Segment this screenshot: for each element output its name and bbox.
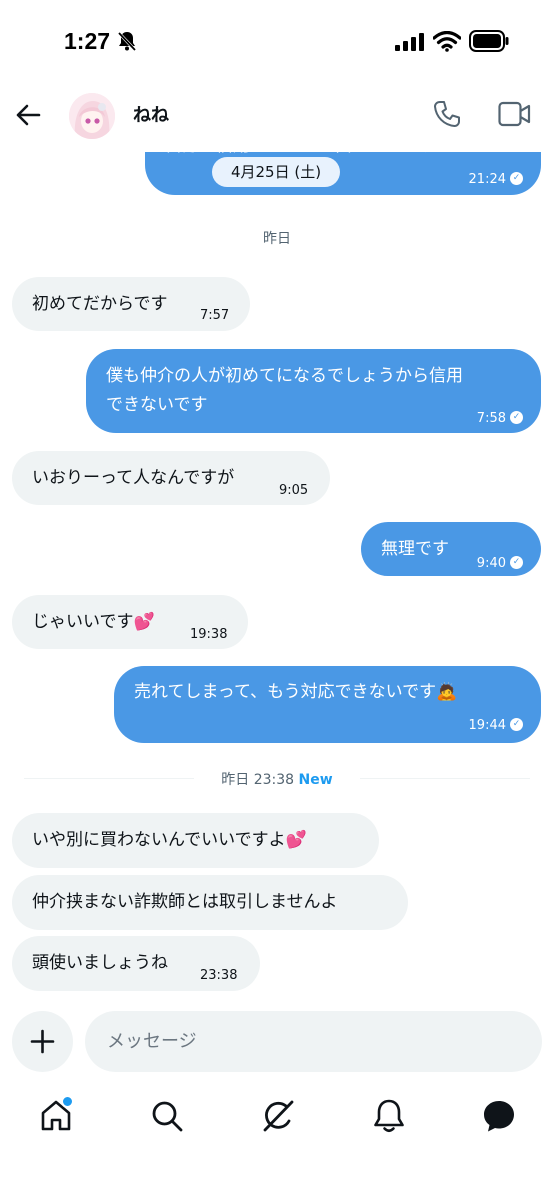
message-bubble-incoming[interactable]: じゃいいです💕 19:38 (12, 595, 248, 649)
message-time: 9:40 (476, 556, 506, 571)
new-divider-line-left (24, 778, 194, 779)
add-media-button[interactable] (12, 1011, 73, 1072)
read-check-icon: ✓ (510, 555, 523, 569)
message-time: 19:44 (468, 718, 506, 733)
read-check-icon: ✓ (510, 717, 523, 731)
messages-icon[interactable] (481, 1098, 517, 1134)
new-divider-line-right (360, 778, 530, 779)
message-bubble-incoming[interactable]: 頭使いましょうね 23:38 (12, 936, 260, 991)
notification-dot (61, 1095, 74, 1108)
message-time: 23:38 (200, 968, 238, 983)
message-text: 仲介挟まない詐欺師とは取引しませんよ (32, 892, 338, 912)
message-text: いおりーって人なんですが (32, 468, 235, 488)
plus-icon (30, 1029, 55, 1054)
new-divider-label: 昨日 23:38 (221, 772, 295, 788)
silent-bell-icon (117, 31, 137, 52)
wifi-icon (433, 31, 461, 52)
message-text: じゃいいです💕 (32, 612, 155, 632)
message-text-line: できないです (106, 395, 208, 415)
bell-icon[interactable] (371, 1097, 407, 1135)
signal-icon (395, 33, 424, 51)
new-badge: New (298, 772, 333, 788)
message-text: 無理です (381, 539, 449, 559)
message-time: 9:05 (279, 483, 309, 498)
message-time: 21:24 (468, 172, 506, 187)
grok-icon[interactable] (259, 1097, 297, 1135)
message-meta: 7:58 ✓ (477, 403, 523, 433)
contact-name[interactable]: ねね (133, 101, 169, 127)
message-bubble-incoming[interactable]: いや別に買わないんでいいですよ💕 (12, 813, 379, 868)
avatar[interactable] (69, 93, 115, 139)
message-bubble-outgoing[interactable]: 売れてしまって、もう対応できないです🙇 19:44 ✓ (114, 666, 541, 743)
message-time: 19:38 (190, 627, 228, 642)
message-meta: 9:40 ✓ (477, 548, 523, 578)
message-text: 売れてしまって、もう対応できないです🙇 (134, 682, 458, 702)
message-bubble-outgoing[interactable]: 僕も仲介の人が初めてになるでしょうから信用 できないです 7:58 ✓ (86, 349, 541, 433)
message-bubble-incoming[interactable]: いおりーって人なんですが 9:05 (12, 451, 330, 505)
search-icon[interactable] (149, 1098, 185, 1134)
message-bubble-incoming[interactable]: 仲介挟まない詐欺師とは取引しませんよ (12, 875, 408, 930)
message-bubble-outgoing[interactable]: 無理です 9:40 ✓ (361, 522, 541, 576)
back-arrow-icon[interactable] (14, 101, 42, 129)
message-input[interactable] (85, 1011, 542, 1072)
video-icon[interactable] (498, 101, 531, 127)
message-meta: 19:44 ✓ (469, 710, 523, 740)
message-bubble-incoming[interactable]: 初めてだからです 7:57 (12, 277, 250, 331)
new-divider: 昨日 23:38 New (194, 769, 360, 789)
message-text: 初めてだからです (32, 294, 168, 314)
message-time: 7:58 (476, 411, 506, 426)
date-separator: 昨日 (263, 231, 291, 247)
message-time: 7:57 (200, 308, 230, 323)
status-time: 1:27 (64, 28, 111, 54)
message-text-line: 僕も仲介の人が初めてになるでしょうから信用 (106, 366, 463, 386)
message-text: いや別に買わないんでいいですよ💕 (32, 830, 307, 850)
read-check-icon: ✓ (510, 410, 523, 424)
message-meta: 21:24 ✓ (469, 164, 523, 194)
read-check-icon: ✓ (510, 171, 523, 185)
date-chip: 4月25日 (土) (212, 157, 340, 187)
battery-icon (469, 30, 509, 52)
phone-icon[interactable] (432, 99, 462, 129)
message-text: 頭使いましょうね (32, 953, 168, 973)
